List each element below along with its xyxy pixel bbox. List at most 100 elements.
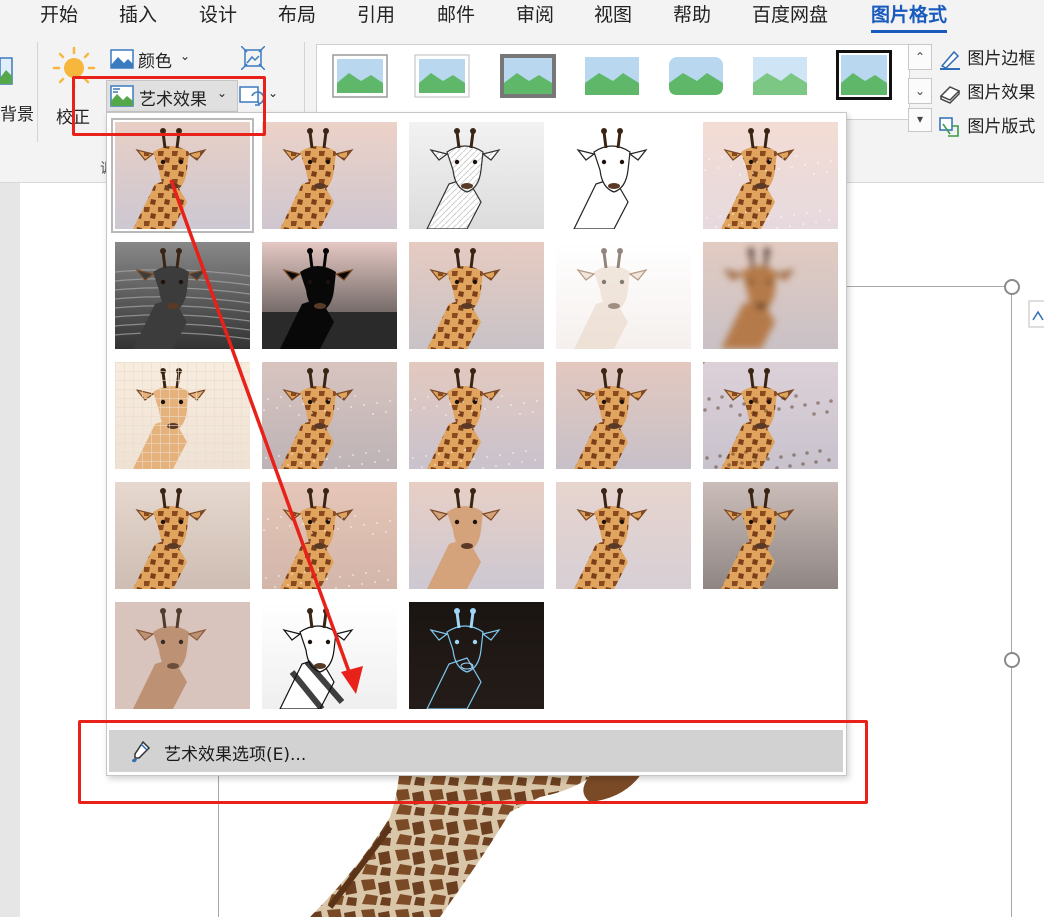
picture-border-label: 图片边框: [967, 49, 1036, 69]
gallery-scroll-down-button[interactable]: ⌄: [908, 78, 932, 104]
artistic-effect-paint-brush[interactable]: [409, 242, 544, 349]
artistic-effect-cutout[interactable]: [115, 602, 250, 709]
giraffe-thumbnail: [556, 122, 691, 229]
picture-effects-icon: [939, 86, 961, 104]
giraffe-thumbnail: [703, 242, 838, 349]
giraffe-thumbnail: [409, 362, 544, 469]
compress-pictures-icon[interactable]: [241, 46, 265, 70]
giraffe-thumbnail: [262, 482, 397, 589]
menu-tabs: 开始 插入 设计 布局 引用 邮件 审阅 视图 帮助 百度网盘 图片格式: [0, 0, 1044, 34]
tab-insert[interactable]: 插入: [119, 2, 157, 30]
giraffe-thumbnail: [115, 602, 250, 709]
chevron-down-icon: ⌄: [180, 49, 191, 63]
artistic-effect-none[interactable]: [111, 118, 254, 233]
picture-border-button[interactable]: 图片边框: [938, 44, 1035, 70]
picture-effects-button[interactable]: 图片效果: [938, 78, 1035, 104]
giraffe-thumbnail: [262, 242, 397, 349]
giraffe-thumbnail: [115, 482, 250, 589]
giraffe-thumbnail: [262, 362, 397, 469]
artistic-effects-icon: [110, 85, 134, 107]
artistic-effect-cement[interactable]: [115, 482, 250, 589]
remove-background-icon: [0, 57, 13, 85]
artistic-effects-dropdown: 艺术效果选项(E)...: [106, 112, 847, 776]
artistic-effect-plastic-wrap[interactable]: [703, 482, 838, 589]
ribbon-separator: [37, 42, 38, 142]
giraffe-thumbnail: [262, 602, 397, 709]
giraffe-thumbnail: [703, 362, 838, 469]
artistic-effect-watercolor-sponge[interactable]: [262, 362, 397, 469]
remove-background-button[interactable]: 背景: [0, 42, 34, 125]
artistic-effect-pencil-grayscale[interactable]: [409, 122, 544, 229]
picture-layout-label: 图片版式: [967, 117, 1036, 137]
giraffe-thumbnail: [556, 482, 691, 589]
tab-baidu-netdisk[interactable]: 百度网盘: [752, 2, 828, 30]
resize-handle-top-right[interactable]: [1004, 279, 1020, 295]
tab-design[interactable]: 设计: [199, 2, 237, 30]
artistic-effects-options-label: 艺术效果选项(E)...: [164, 745, 307, 765]
tab-review[interactable]: 审阅: [516, 2, 554, 30]
artistic-effect-line-drawing[interactable]: [703, 122, 838, 229]
picture-styles-gallery: [316, 44, 910, 120]
giraffe-thumbnail: [409, 602, 544, 709]
remove-background-label: 背景: [0, 105, 34, 125]
giraffe-thumbnail: [115, 362, 250, 469]
artistic-effect-paint-strokes[interactable]: [262, 242, 397, 349]
picture-style-thumb[interactable]: [413, 53, 471, 99]
picture-style-thumb[interactable]: [331, 53, 389, 99]
change-picture-icon: [239, 86, 264, 106]
gallery-more-button[interactable]: ▾: [908, 108, 932, 132]
picture-style-thumb[interactable]: [667, 53, 725, 99]
artistic-effects-options-item[interactable]: 艺术效果选项(E)...: [109, 730, 843, 772]
gallery-scroll-up-button[interactable]: ⌃: [908, 44, 932, 70]
corrections-button[interactable]: 校正: [50, 42, 98, 128]
artistic-effect-pastels-smooth[interactable]: [556, 482, 691, 589]
artistic-effect-blur[interactable]: [703, 242, 838, 349]
tab-references[interactable]: 引用: [357, 2, 395, 30]
selection-border: [1011, 286, 1012, 917]
chevron-down-icon: ⌄: [268, 86, 279, 100]
sun-icon: [52, 46, 96, 88]
color-icon: [110, 49, 134, 69]
artistic-effect-texturizer[interactable]: [262, 482, 397, 589]
giraffe-picture[interactable]: [290, 757, 720, 917]
artistic-effect-glass[interactable]: [703, 362, 838, 469]
artistic-effect-light-screen[interactable]: [115, 362, 250, 469]
tab-mailings[interactable]: 邮件: [437, 2, 475, 30]
paintbrush-icon: [132, 740, 151, 763]
artistic-effect-film-grain[interactable]: [409, 362, 544, 469]
artistic-effect-marker[interactable]: [262, 122, 397, 229]
picture-style-thumb[interactable]: [835, 49, 893, 101]
artistic-effects-button[interactable]: 艺术效果 ⌄: [106, 80, 238, 112]
picture-style-thumb[interactable]: [751, 53, 809, 99]
tab-home[interactable]: 开始: [40, 2, 78, 30]
tab-picture-format[interactable]: 图片格式: [871, 2, 948, 33]
artistic-effect-glow-diffused[interactable]: [556, 242, 691, 349]
artistic-effect-glow-edges[interactable]: [409, 602, 544, 709]
giraffe-thumbnail: [409, 242, 544, 349]
chevron-down-icon: ⌄: [217, 86, 228, 100]
artistic-effect-pencil-sketch[interactable]: [556, 122, 691, 229]
change-picture-button[interactable]: ⌄: [238, 84, 282, 108]
picture-style-thumb[interactable]: [583, 53, 641, 99]
giraffe-thumbnail: [703, 122, 838, 229]
picture-style-thumb[interactable]: [499, 53, 557, 99]
artistic-effect-photocopy[interactable]: [262, 602, 397, 709]
tab-help[interactable]: 帮助: [673, 2, 711, 30]
giraffe-thumbnail: [262, 122, 397, 229]
tab-layout[interactable]: 布局: [278, 2, 316, 30]
picture-layout-button[interactable]: 图片版式: [938, 112, 1035, 138]
corrections-label: 校正: [56, 108, 90, 128]
artistic-effect-mosaic-bubbles[interactable]: [556, 362, 691, 469]
artistic-effects-label: 艺术效果: [139, 90, 207, 110]
resize-handle-right[interactable]: [1004, 652, 1020, 668]
artistic-effect-chalk-sketch[interactable]: [115, 242, 250, 349]
giraffe-thumbnail: [409, 482, 544, 589]
picture-effects-label: 图片效果: [967, 83, 1036, 103]
giraffe-thumbnail: [556, 242, 691, 349]
artistic-effect-crisscross-etching[interactable]: [409, 482, 544, 589]
picture-layout-icon: [939, 117, 959, 137]
tab-view[interactable]: 视图: [594, 2, 632, 30]
pen-icon: [940, 50, 960, 70]
color-button[interactable]: 颜色 ⌄: [108, 46, 192, 72]
layout-options-icon[interactable]: [1028, 300, 1044, 328]
